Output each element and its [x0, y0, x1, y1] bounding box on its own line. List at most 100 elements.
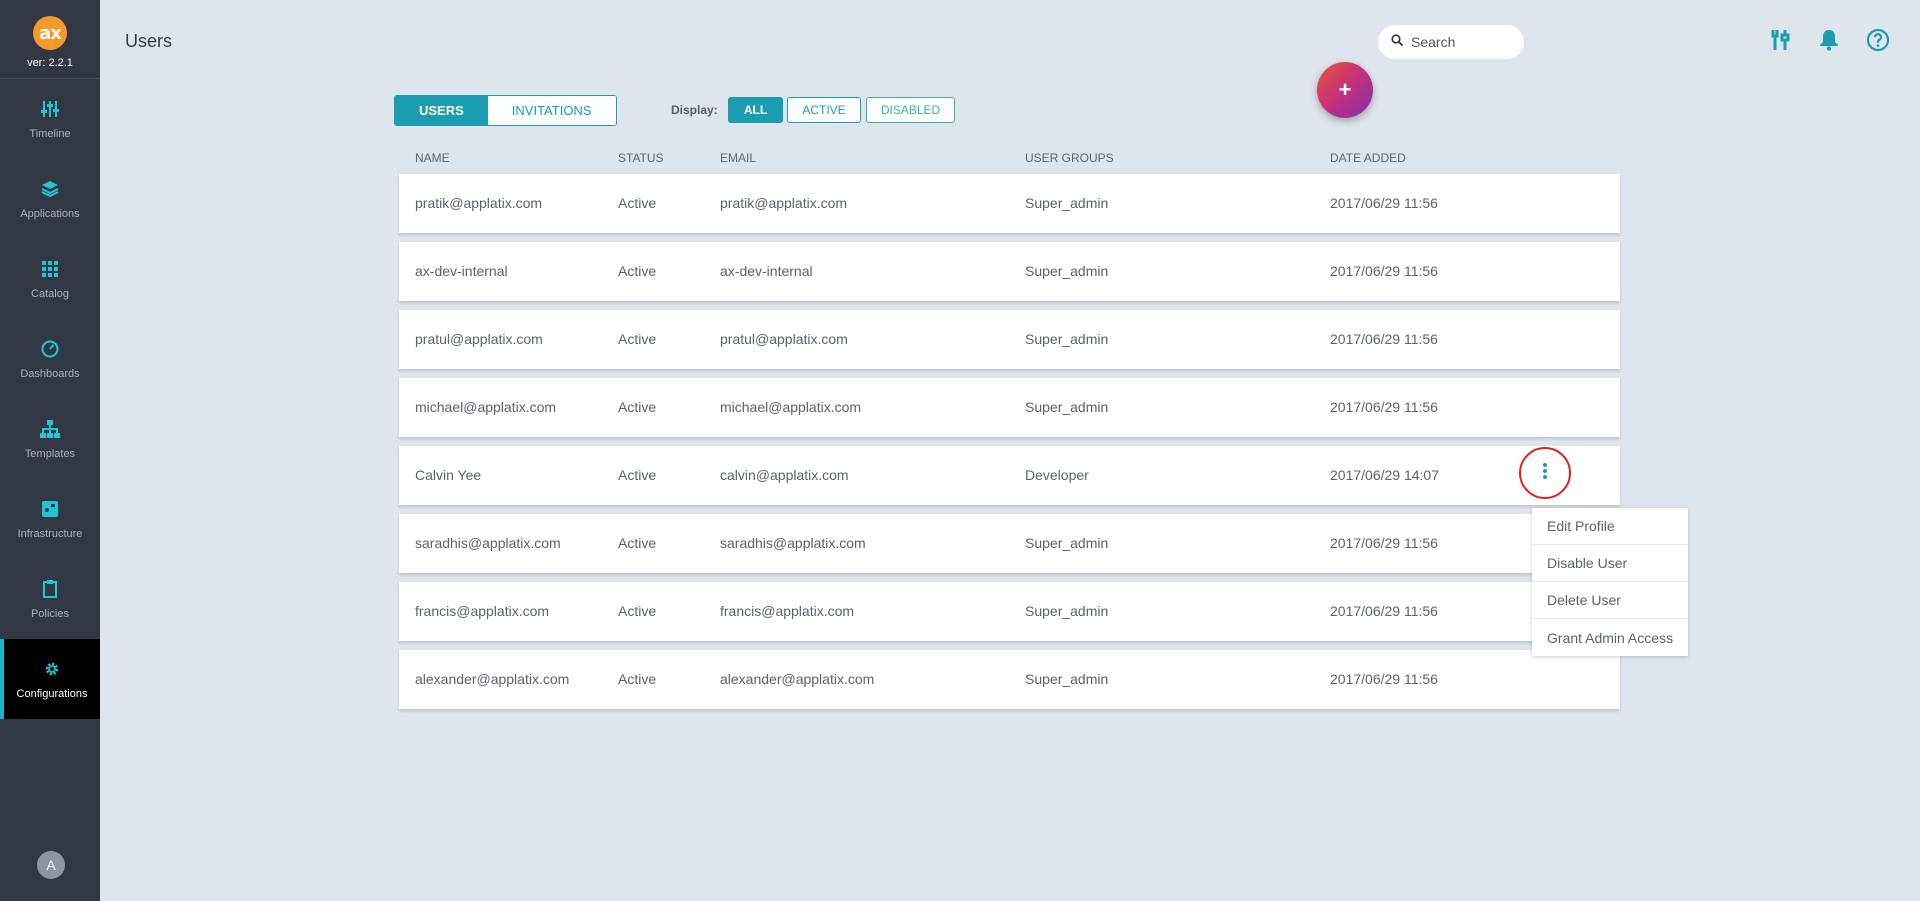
tools-icon[interactable] — [1767, 27, 1793, 53]
table-row[interactable]: saradhis@applatix.com Active saradhis@ap… — [399, 514, 1620, 573]
menu-item-edit-profile[interactable]: Edit Profile — [1532, 508, 1688, 545]
filter-disabled-button[interactable]: DISABLED — [866, 97, 955, 123]
cell-user-groups: Super_admin — [1025, 603, 1109, 619]
logo-area: ax ver: 2.2.1 — [0, 0, 100, 79]
sidebar-item-label: Infrastructure — [17, 528, 83, 540]
sidebar-item-policies[interactable]: Policies — [0, 559, 100, 639]
table-row[interactable]: ax-dev-internal Active ax-dev-internal S… — [399, 242, 1620, 301]
column-header-name[interactable]: NAME — [415, 151, 450, 165]
add-user-button[interactable]: + — [1317, 62, 1373, 118]
sidebar-item-dashboards[interactable]: Dashboards — [0, 319, 100, 399]
display-filter-label: Display: — [671, 103, 718, 117]
tab-users[interactable]: USERS — [395, 96, 488, 125]
search-box[interactable] — [1378, 25, 1524, 59]
sidebar-item-configurations[interactable]: Configurations — [0, 639, 100, 719]
menu-item-delete-user[interactable]: Delete User — [1532, 582, 1688, 619]
cell-status: Active — [618, 535, 657, 551]
sliders-icon — [39, 98, 61, 120]
cell-status: Active — [618, 263, 657, 279]
table-row[interactable]: pratik@applatix.com Active pratik@applat… — [399, 174, 1620, 233]
cell-date-added: 2017/06/29 11:56 — [1330, 263, 1438, 279]
cell-user-groups: Super_admin — [1025, 331, 1109, 347]
column-header-email[interactable]: EMAIL — [720, 151, 756, 165]
filter-all-button[interactable]: ALL — [728, 97, 783, 123]
cell-user-groups: Super_admin — [1025, 195, 1109, 211]
sidebar-item-label: Templates — [24, 448, 76, 460]
search-input[interactable] — [1411, 34, 1511, 50]
cell-date-added: 2017/06/29 11:56 — [1330, 603, 1438, 619]
cell-email: alexander@applatix.com — [720, 671, 875, 687]
grid-icon — [39, 258, 61, 280]
cell-status: Active — [618, 331, 657, 347]
sidebar-item-applications[interactable]: Applications — [0, 159, 100, 239]
tab-bar: USERS INVITATIONS — [394, 95, 617, 126]
cell-email: pratik@applatix.com — [720, 195, 848, 211]
hierarchy-icon — [39, 418, 61, 440]
search-icon — [1391, 33, 1404, 51]
cell-name: francis@applatix.com — [415, 603, 550, 619]
cell-user-groups: Developer — [1025, 467, 1089, 483]
cell-user-groups: Super_admin — [1025, 399, 1109, 415]
layers-icon — [39, 178, 61, 200]
sidebar-item-label: Catalog — [31, 288, 69, 300]
sidebar: ax ver: 2.2.1 Timeline Applications Cata… — [0, 0, 100, 901]
sidebar-item-catalog[interactable]: Catalog — [0, 239, 100, 319]
kebab-menu-icon — [1542, 462, 1548, 484]
cell-date-added: 2017/06/29 11:56 — [1330, 399, 1438, 415]
filter-active-button[interactable]: ACTIVE — [787, 97, 861, 123]
sidebar-item-timeline[interactable]: Timeline — [0, 79, 100, 159]
cell-name: ax-dev-internal — [415, 263, 508, 279]
sidebar-item-label: Applications — [20, 208, 80, 220]
table-row[interactable]: pratul@applatix.com Active pratul@applat… — [399, 310, 1620, 369]
table-row[interactable]: michael@applatix.com Active michael@appl… — [399, 378, 1620, 437]
clipboard-icon — [39, 578, 61, 600]
column-header-status[interactable]: STATUS — [618, 151, 664, 165]
table-row[interactable]: alexander@applatix.com Active alexander@… — [399, 650, 1620, 709]
sidebar-item-templates[interactable]: Templates — [0, 399, 100, 479]
row-context-menu: Edit Profile Disable User Delete User Gr… — [1532, 508, 1688, 656]
logo-text: ax — [39, 22, 62, 44]
column-header-user-groups[interactable]: USER GROUPS — [1025, 151, 1114, 165]
server-icon — [39, 498, 61, 520]
cell-email: calvin@applatix.com — [720, 467, 849, 483]
table-row[interactable]: francis@applatix.com Active francis@appl… — [399, 582, 1620, 641]
gear-icon — [41, 658, 63, 680]
cell-status: Active — [618, 399, 657, 415]
cell-name: pratul@applatix.com — [415, 331, 543, 347]
cell-email: saradhis@applatix.com — [720, 535, 866, 551]
cell-status: Active — [618, 671, 657, 687]
gauge-icon — [39, 338, 61, 360]
cell-email: pratul@applatix.com — [720, 331, 848, 347]
cell-name: saradhis@applatix.com — [415, 535, 561, 551]
cell-date-added: 2017/06/29 11:56 — [1330, 195, 1438, 211]
cell-status: Active — [618, 603, 657, 619]
page-title: Users — [125, 31, 173, 51]
cell-date-added: 2017/06/29 14:07 — [1330, 467, 1439, 483]
cell-email: ax-dev-internal — [720, 263, 813, 279]
menu-item-grant-admin-access[interactable]: Grant Admin Access — [1532, 619, 1688, 656]
cell-user-groups: Super_admin — [1025, 535, 1109, 551]
cell-name: alexander@applatix.com — [415, 671, 570, 687]
sidebar-item-infrastructure[interactable]: Infrastructure — [0, 479, 100, 559]
avatar[interactable]: A — [37, 851, 65, 879]
row-actions-button[interactable] — [1519, 447, 1571, 499]
cell-user-groups: Super_admin — [1025, 671, 1109, 687]
sidebar-item-label: Configurations — [16, 688, 88, 700]
cell-status: Active — [618, 195, 657, 211]
bell-icon[interactable] — [1816, 27, 1842, 53]
cell-user-groups: Super_admin — [1025, 263, 1109, 279]
tab-invitations[interactable]: INVITATIONS — [487, 96, 616, 125]
sidebar-item-label: Policies — [31, 608, 69, 620]
sidebar-item-label: Timeline — [29, 128, 71, 140]
sidebar-item-label: Dashboards — [20, 368, 80, 380]
cell-name: pratik@applatix.com — [415, 195, 543, 211]
help-icon[interactable] — [1865, 27, 1891, 53]
app-logo[interactable]: ax — [33, 16, 67, 50]
column-header-date-added[interactable]: DATE ADDED — [1330, 151, 1406, 165]
table-row[interactable]: Calvin Yee Active calvin@applatix.com De… — [399, 446, 1620, 505]
menu-item-disable-user[interactable]: Disable User — [1532, 545, 1688, 582]
cell-email: michael@applatix.com — [720, 399, 862, 415]
cell-status: Active — [618, 467, 657, 483]
cell-date-added: 2017/06/29 11:56 — [1330, 535, 1438, 551]
cell-name: Calvin Yee — [415, 467, 482, 483]
